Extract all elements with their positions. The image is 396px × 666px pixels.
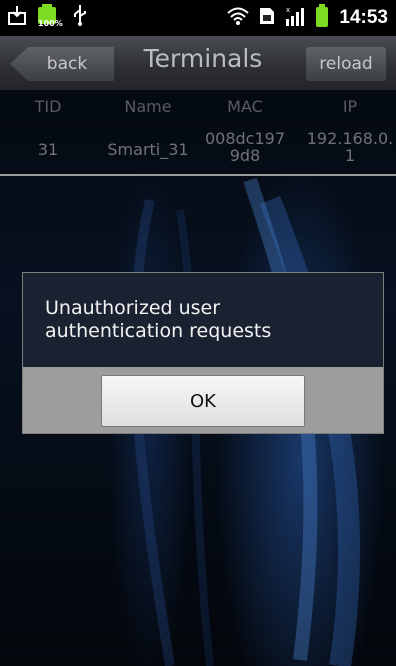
back-button[interactable]: back — [10, 47, 114, 81]
sim-icon — [259, 7, 275, 29]
cell-name: Smarti_31 — [107, 140, 189, 159]
page-title: Terminals — [143, 44, 263, 73]
dialog-message: Unauthorized user authentication request… — [23, 273, 383, 367]
cell-mac: 008dc1979d8 — [204, 129, 286, 165]
battery-100-icon: 100% — [36, 4, 63, 30]
wifi-icon — [227, 7, 250, 29]
alert-dialog: Unauthorized user authentication request… — [22, 272, 384, 434]
usb-icon — [72, 4, 88, 30]
column-header-name: Name — [124, 97, 172, 116]
svg-text:x: x — [286, 6, 290, 14]
status-bar: 100% x 14:53 — [0, 0, 396, 36]
table-header-row: TID Name MAC IP — [0, 90, 396, 124]
title-bar: back Terminals reload — [0, 36, 396, 90]
column-header-ip: IP — [342, 97, 358, 116]
column-header-mac: MAC — [227, 97, 263, 116]
table-divider — [0, 174, 396, 176]
signal-icon: x — [285, 5, 305, 31]
column-header-tid: TID — [34, 97, 62, 116]
download-icon — [8, 5, 26, 29]
battery-percent-label: 100% — [38, 19, 63, 28]
reload-button[interactable]: reload — [306, 47, 386, 81]
status-clock: 14:53 — [339, 7, 388, 28]
table-row[interactable]: 31 Smarti_31 008dc1979d8 192.168.0.1 — [0, 124, 396, 172]
ok-button[interactable]: OK — [101, 375, 305, 427]
dialog-button-bar: OK — [23, 367, 383, 433]
cell-tid: 31 — [37, 140, 59, 159]
battery-icon — [315, 4, 329, 32]
terminals-table: TID Name MAC IP 31 Smarti_31 008dc1979d8… — [0, 90, 396, 172]
cell-ip: 192.168.0.1 — [306, 129, 394, 165]
